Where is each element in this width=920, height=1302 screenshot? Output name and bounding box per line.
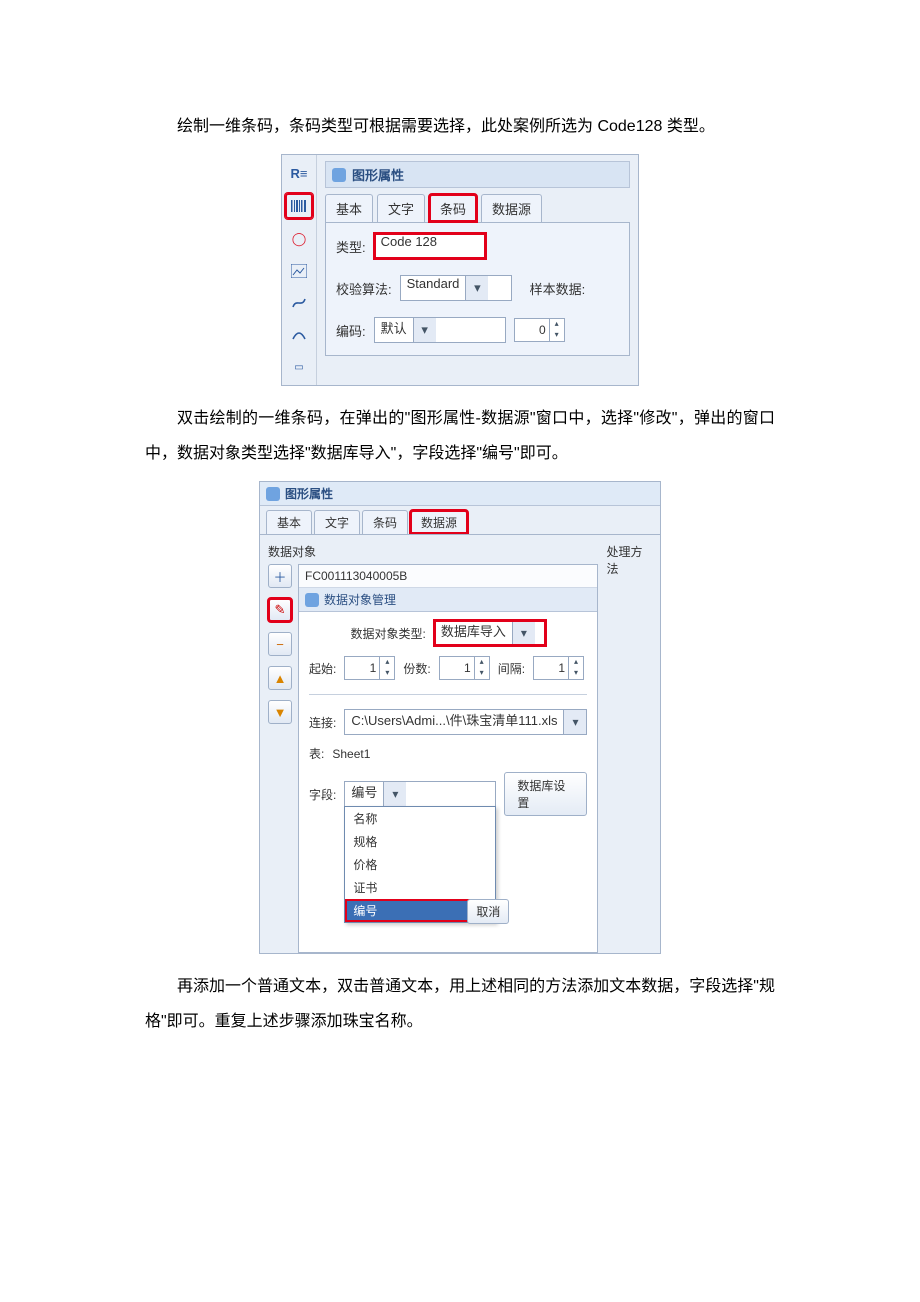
panel-icon [305,593,319,607]
conn-label: 连接: [309,714,336,731]
gap-label: 间隔: [498,660,525,677]
encode-combo[interactable]: 默认 ▾ [374,317,506,343]
sub-title-bar: 数据对象管理 [299,588,597,612]
count-spin[interactable]: 1▴▾ [439,656,490,680]
option-spec[interactable]: 规格 [345,830,495,853]
tool-line-icon[interactable] [286,291,312,315]
objtype-value: 数据库导入 [435,621,512,645]
tab2-barcode[interactable]: 条码 [362,510,408,534]
gap-val: 1 [534,661,568,675]
paragraph-3: 再添加一个普通文本，双击普通文本，用上述相同的方法添加文本数据，字段选择"规格"… [145,970,775,1039]
panel-title-2: 图形属性 [285,485,333,502]
field-label: 字段: [309,786,336,803]
tab-datasource[interactable]: 数据源 [481,194,542,222]
panel-title-bar-2: 图形属性 [260,482,660,506]
screenshot-2: 图形属性 基本 文字 条码 数据源 数据对象 ＋ ✎ − [259,481,661,954]
field-dropdown: 名称 规格 价格 证书 编号 取消 [344,806,496,923]
tool-more-icon[interactable]: ▭ [286,355,312,379]
gap-spin[interactable]: 1▴▾ [533,656,584,680]
tab2-datasource[interactable]: 数据源 [410,510,468,534]
tab-barcode[interactable]: 条码 [429,194,477,222]
panel-icon [266,487,280,501]
encode-num: 0 [515,323,549,337]
encode-spin[interactable]: 0 ▴▾ [514,318,565,342]
checksum-value: Standard [401,276,466,300]
screenshot-1: R≡ ◯ ▭ 图形属性 [281,154,639,386]
object-action-buttons: ＋ ✎ − ▲ ▼ [268,564,292,953]
chevron-down-icon[interactable]: ▾ [563,710,586,734]
chevron-down-icon[interactable]: ▾ [465,276,488,300]
move-up-button[interactable]: ▲ [268,666,292,690]
table-value: Sheet1 [332,747,370,761]
panel-title-bar: 图形属性 [325,161,630,188]
start-label: 起始: [309,660,336,677]
add-button[interactable]: ＋ [268,564,292,588]
checksum-combo[interactable]: Standard ▾ [400,275,512,301]
data-object-label: 数据对象 [268,543,316,560]
tool-image-icon[interactable] [286,259,312,283]
panel-title: 图形属性 [352,165,404,184]
conn-combo[interactable]: C:\Users\Admi...\件\珠宝清单111.xls ▾ [344,709,587,735]
data-object-inner: FC001113040005B 数据对象管理 数据对象类型: 数据库导入 [298,564,598,953]
chevron-down-icon[interactable]: ▾ [413,318,436,342]
option-cert[interactable]: 证书 [345,876,495,899]
start-spin[interactable]: 1▴▾ [344,656,395,680]
current-value: FC001113040005B [299,565,597,588]
vertical-toolbar: R≡ ◯ ▭ [282,155,317,385]
method-label: 处理方法 [606,543,652,577]
sample-label: 样本数据: [530,279,586,298]
tool-richtext-icon[interactable]: R≡ [286,161,312,185]
move-down-button[interactable]: ▼ [268,700,292,724]
type-value: Code 128 [375,234,443,258]
count-label: 份数: [403,660,430,677]
field-value: 编号 [345,782,383,806]
chevron-down-icon[interactable]: ▾ [512,621,535,645]
sub-title: 数据对象管理 [324,591,396,608]
cancel-button[interactable]: 取消 [467,899,509,924]
checksum-label: 校验算法: [336,279,392,298]
tool-shape-icon[interactable]: ◯ [286,227,312,251]
paragraph-2: 双击绘制的一维条码，在弹出的"图形属性-数据源"窗口中，选择"修改"，弹出的窗口… [145,402,775,471]
chevron-down-icon[interactable]: ▾ [383,782,406,806]
type-label: 类型: [336,237,366,256]
start-val: 1 [345,661,379,675]
field-combo[interactable]: 编号 ▾ [344,781,496,807]
remove-button[interactable]: − [268,632,292,656]
count-val: 1 [440,661,474,675]
panel-icon [332,168,346,182]
option-price[interactable]: 价格 [345,853,495,876]
tab-text[interactable]: 文字 [377,194,425,222]
table-label: 表: [309,745,324,762]
objtype-combo[interactable]: 数据库导入 ▾ [434,620,546,646]
option-name[interactable]: 名称 [345,807,495,830]
tool-barcode-icon[interactable] [285,193,313,219]
tab-basic[interactable]: 基本 [325,194,373,222]
tabs-2: 基本 文字 条码 数据源 [260,506,660,534]
encode-value: 默认 [375,318,413,342]
db-settings-button[interactable]: 数据库设置 [504,772,587,816]
tool-arc-icon[interactable] [286,323,312,347]
tab2-text[interactable]: 文字 [314,510,360,534]
tab2-basic[interactable]: 基本 [266,510,312,534]
type-combo[interactable]: Code 128 [374,233,486,259]
encode-label: 编码: [336,321,366,340]
conn-value: C:\Users\Admi...\件\珠宝清单111.xls [345,710,563,734]
barcode-panel: 类型: Code 128 校验算法: Standard ▾ 样本数据: [325,222,630,356]
tabs: 基本 文字 条码 数据源 [325,194,630,222]
paragraph-1: 绘制一维条码，条码类型可根据需要选择，此处案例所选为 Code128 类型。 [145,110,775,144]
edit-button[interactable]: ✎ [268,598,292,622]
objtype-label: 数据对象类型: [351,625,426,642]
